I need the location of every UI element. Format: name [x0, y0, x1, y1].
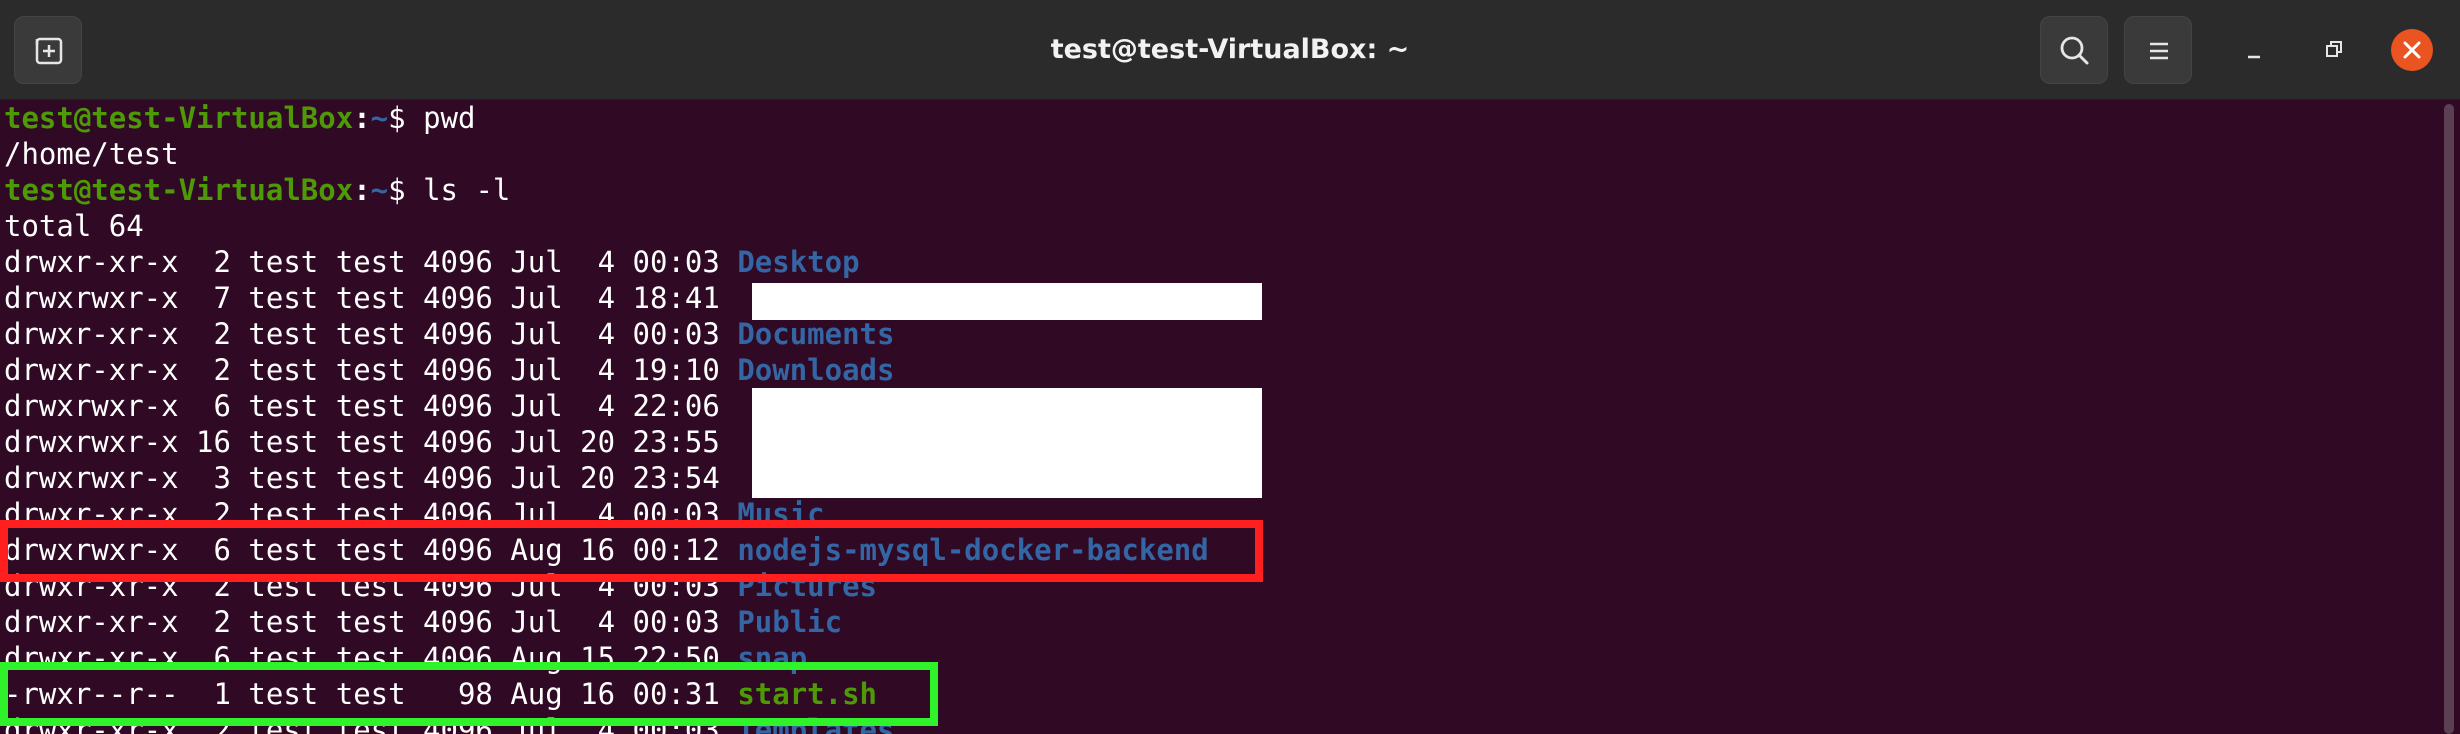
scrollbar[interactable]: [2444, 104, 2454, 734]
search-button[interactable]: [2040, 16, 2108, 84]
file-entry: drwxr-xr-x 2 test test 4096 Jul 4 00:03 …: [4, 244, 860, 280]
search-icon: [2060, 36, 2089, 65]
menu-button[interactable]: [2124, 16, 2192, 84]
close-button[interactable]: [2384, 22, 2440, 78]
hamburger-menu-icon: [2150, 42, 2168, 60]
highlight-box-red: [0, 520, 1263, 582]
minimize-button[interactable]: [2226, 22, 2282, 78]
prompt-line-ls: test@test-VirtualBox:~$ ls -l: [4, 172, 510, 208]
new-tab-icon: [35, 37, 63, 65]
prompt-symbol: $: [388, 101, 424, 135]
command-text: pwd: [423, 101, 476, 135]
title-bar: test@test-VirtualBox: ~: [0, 0, 2460, 100]
prompt-line-pwd: test@test-VirtualBox:~$ pwd: [4, 100, 475, 136]
file-name: Public: [737, 605, 843, 639]
file-entry: drwxr-xr-x 2 test test 4096 Jul 4 00:03 …: [4, 316, 894, 352]
output-line-total: total 64: [4, 209, 144, 243]
file-entry: drwxr-xr-x 2 test test 4096 Jul 4 00:03 …: [4, 604, 842, 640]
highlight-box-green: [0, 662, 938, 726]
file-entry: drwxrwxr-x 7 test test 4096 Jul 4 18:41: [4, 280, 737, 316]
output-line: /home/test: [4, 137, 179, 171]
file-entry: drwxrwxr-x 6 test test 4096 Jul 4 22:06: [4, 388, 737, 424]
maximize-button[interactable]: [2306, 22, 2362, 78]
prompt-separator: :: [353, 101, 371, 135]
prompt-path: ~: [370, 101, 389, 135]
prompt-symbol: $: [388, 173, 424, 207]
prompt-user: test@test-VirtualBox: [4, 173, 354, 207]
redaction-box: [752, 388, 1262, 498]
file-name: Downloads: [737, 353, 895, 387]
file-meta: drwxrwxr-x 3 test test 4096 Jul 20 23:54: [4, 461, 738, 495]
file-meta: drwxrwxr-x 7 test test 4096 Jul 4 18:41: [4, 281, 738, 315]
prompt-path: ~: [370, 173, 389, 207]
file-name: Desktop: [737, 245, 860, 279]
close-icon: [2391, 29, 2433, 71]
minimize-icon: [2248, 55, 2260, 59]
file-entry: drwxr-xr-x 2 test test 4096 Jul 4 19:10 …: [4, 352, 894, 388]
file-meta: drwxr-xr-x 2 test test 4096 Jul 4 19:10: [4, 353, 738, 387]
prompt-separator: :: [353, 173, 371, 207]
file-entry: drwxrwxr-x 16 test test 4096 Jul 20 23:5…: [4, 424, 737, 460]
redaction-box: [752, 283, 1262, 320]
terminal-output[interactable]: test@test-VirtualBox:~$ pwd /home/test t…: [0, 100, 2440, 734]
file-name: Documents: [737, 317, 895, 351]
command-text: ls -l: [423, 173, 511, 207]
new-tab-button[interactable]: [14, 16, 82, 84]
prompt-user: test@test-VirtualBox: [4, 101, 354, 135]
file-entry: drwxrwxr-x 3 test test 4096 Jul 20 23:54: [4, 460, 737, 496]
restore-icon: [2326, 41, 2342, 57]
file-meta: drwxrwxr-x 16 test test 4096 Jul 20 23:5…: [4, 425, 738, 459]
file-meta: drwxr-xr-x 2 test test 4096 Jul 4 00:03: [4, 605, 738, 639]
file-meta: drwxrwxr-x 6 test test 4096 Jul 4 22:06: [4, 389, 738, 423]
terminal-window: test@test-VirtualBox: ~ test@test-Virtua…: [0, 0, 2460, 734]
file-meta: drwxr-xr-x 2 test test 4096 Jul 4 00:03: [4, 317, 738, 351]
file-meta: drwxr-xr-x 2 test test 4096 Jul 4 00:03: [4, 245, 738, 279]
